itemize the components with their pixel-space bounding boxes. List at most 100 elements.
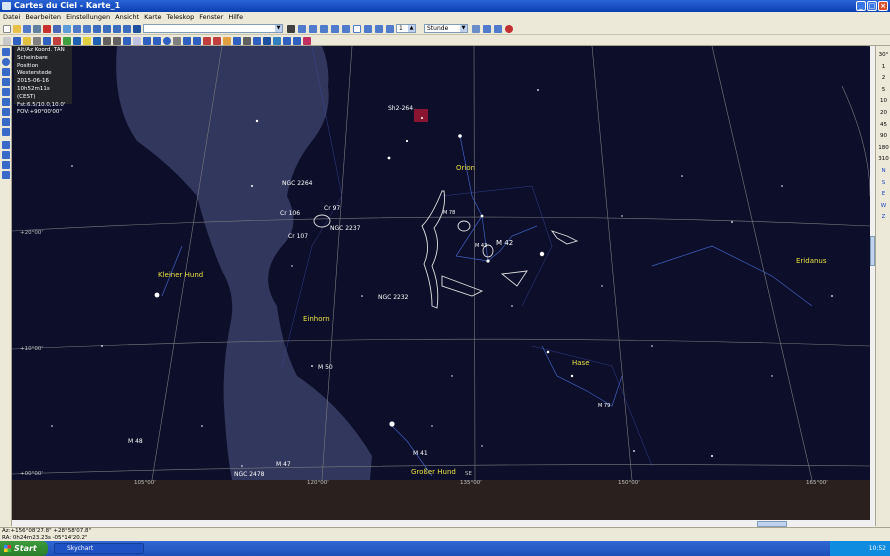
window-icon[interactable]	[63, 25, 71, 33]
star[interactable]	[431, 425, 433, 427]
label-ngc2237[interactable]: NGC 2237	[330, 225, 361, 232]
star[interactable]	[546, 350, 550, 354]
star[interactable]	[361, 295, 363, 297]
star[interactable]	[51, 425, 53, 427]
target-icon[interactable]	[203, 37, 211, 45]
label-icon[interactable]	[53, 37, 61, 45]
rewind-icon[interactable]	[309, 25, 317, 33]
label-hase[interactable]: Hase	[572, 359, 590, 367]
no-entry-icon[interactable]	[505, 25, 513, 33]
star[interactable]	[511, 305, 513, 307]
save-icon[interactable]	[23, 25, 31, 33]
flip-icon[interactable]	[103, 25, 111, 33]
label-m48[interactable]: M 48	[128, 438, 143, 445]
flip-v-icon[interactable]	[2, 151, 10, 159]
new-chart-icon[interactable]	[3, 25, 11, 33]
star-icon[interactable]	[23, 37, 31, 45]
menu-teleskop[interactable]: Teleskop	[167, 12, 195, 22]
calendar-icon[interactable]	[483, 25, 491, 33]
eye-icon[interactable]	[73, 37, 81, 45]
object-search-input[interactable]: ▼	[143, 24, 283, 33]
star[interactable]	[255, 119, 259, 123]
menu-bearbeiten[interactable]: Bearbeiten	[25, 12, 61, 22]
star[interactable]	[481, 445, 483, 447]
search-icon[interactable]	[133, 25, 141, 33]
star[interactable]	[486, 259, 490, 263]
direction-east[interactable]: E	[876, 189, 890, 201]
asteroid-icon[interactable]	[183, 37, 191, 45]
back-icon[interactable]	[331, 25, 339, 33]
back-step-icon[interactable]	[320, 25, 328, 33]
sky-chart-svg[interactable]	[12, 46, 870, 480]
rigel-star[interactable]	[539, 251, 545, 257]
star[interactable]	[201, 425, 203, 427]
star[interactable]	[387, 156, 391, 160]
label-kleiner-hund[interactable]: Kleiner Hund	[158, 271, 203, 279]
direction-west[interactable]: W	[876, 201, 890, 213]
label-cr97[interactable]: Cr 97	[324, 205, 340, 212]
star[interactable]	[731, 221, 733, 223]
label-ngc2478[interactable]: NGC 2478	[234, 471, 265, 478]
star[interactable]	[101, 345, 103, 347]
eq-icon[interactable]	[2, 68, 10, 76]
eq-mode-icon[interactable]	[2, 108, 10, 116]
clock[interactable]: 10:52	[869, 545, 886, 552]
altaz-mode-icon[interactable]	[2, 98, 10, 106]
grid-icon[interactable]	[33, 37, 41, 45]
bulb-icon[interactable]	[83, 37, 91, 45]
binoculars-icon[interactable]	[287, 25, 295, 33]
direction-north[interactable]: N	[876, 166, 890, 178]
label-sh2-264[interactable]: Sh2-264	[388, 105, 413, 112]
star[interactable]	[831, 295, 833, 297]
globe-icon[interactable]	[2, 58, 10, 66]
menu-datei[interactable]: Datei	[3, 12, 20, 22]
taskbar-item-skychart[interactable]: Skychart	[54, 543, 144, 554]
fov-item[interactable]: 2	[876, 73, 890, 85]
zoom-out-icon[interactable]	[83, 25, 91, 33]
open-icon[interactable]	[13, 25, 21, 33]
planet-icon[interactable]	[163, 37, 171, 45]
move-icon[interactable]	[293, 37, 301, 45]
star[interactable]	[601, 285, 603, 287]
measure-icon[interactable]	[113, 37, 121, 45]
direction-south[interactable]: S	[876, 178, 890, 190]
chevron-down-icon[interactable]: ▼	[275, 25, 282, 32]
comet-icon[interactable]	[193, 37, 201, 45]
label-m50[interactable]: M 50	[318, 364, 333, 371]
spin-icon[interactable]: ▲	[408, 25, 415, 32]
select-icon[interactable]	[3, 37, 11, 45]
gal-icon[interactable]	[2, 88, 10, 96]
step-value-field[interactable]: 1 ▲	[396, 24, 416, 33]
nebula-icon[interactable]	[153, 37, 161, 45]
menu-karte[interactable]: Karte	[144, 12, 161, 22]
menu-fenster[interactable]: Fenster	[199, 12, 223, 22]
ecl-mode-icon[interactable]	[2, 118, 10, 126]
star[interactable]	[651, 345, 653, 347]
star[interactable]	[570, 374, 574, 378]
star[interactable]	[251, 185, 253, 187]
label-m41[interactable]: M 41	[413, 450, 428, 457]
az-icon[interactable]	[2, 48, 10, 56]
label-eridanus[interactable]: Eridanus	[796, 257, 827, 265]
maximize-button[interactable]: □	[867, 1, 877, 11]
label-m78[interactable]: M 78	[443, 210, 455, 216]
dss-icon[interactable]	[253, 37, 261, 45]
sh2-264-marker[interactable]	[414, 109, 428, 122]
zoom-in-icon[interactable]	[73, 25, 81, 33]
cross-icon[interactable]	[273, 37, 281, 45]
print-icon[interactable]	[33, 25, 41, 33]
ecl-icon[interactable]	[2, 78, 10, 86]
stop-icon[interactable]	[353, 25, 361, 33]
refresh-icon[interactable]	[113, 25, 121, 33]
pointer-icon[interactable]	[13, 37, 21, 45]
previous-icon[interactable]	[298, 25, 306, 33]
milkyway-icon[interactable]	[133, 37, 141, 45]
star[interactable]	[480, 214, 484, 218]
procyon-star[interactable]	[154, 292, 160, 298]
star[interactable]	[681, 175, 683, 177]
close-button[interactable]: ×	[878, 1, 888, 11]
label-m47[interactable]: M 47	[276, 461, 291, 468]
fov-item[interactable]: 90	[876, 131, 890, 143]
rotate-right-icon[interactable]	[2, 171, 10, 179]
clock-icon[interactable]	[494, 25, 502, 33]
